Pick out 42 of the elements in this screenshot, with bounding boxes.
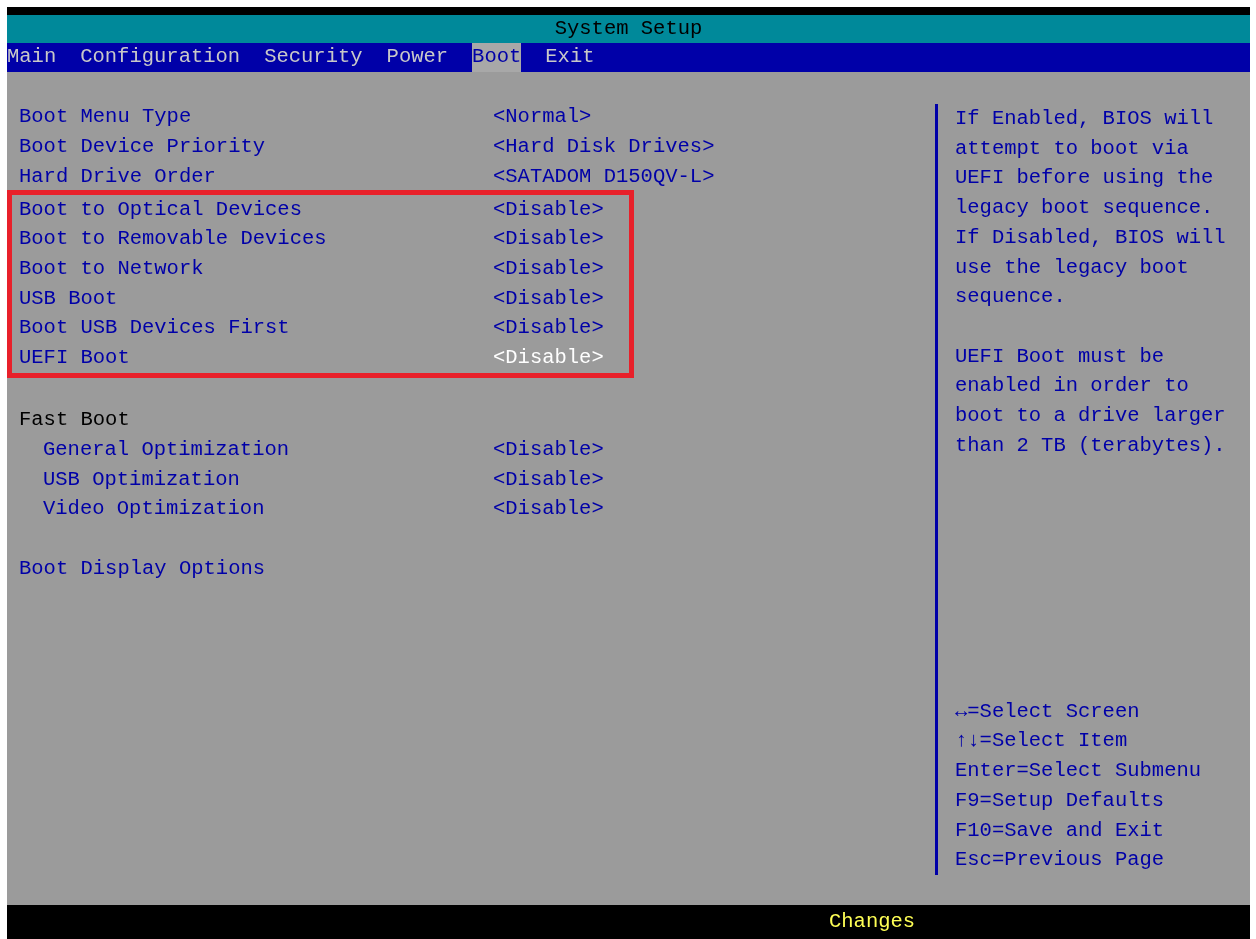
- setting-label: USB Boot: [19, 285, 119, 312]
- setting-label: UEFI Boot: [19, 344, 131, 371]
- menu-tab[interactable]: Main: [7, 43, 57, 72]
- key-hint: ↑↓=Select Item: [955, 728, 1129, 755]
- menu-tab[interactable]: Exit: [545, 43, 595, 72]
- setting-label: Video Optimization: [43, 496, 266, 523]
- setting-value[interactable]: <Disable>: [493, 253, 604, 285]
- setting-label: Boot to Network: [19, 255, 205, 282]
- setting-label: General Optimization: [43, 437, 291, 464]
- status-text: Changes: [829, 908, 916, 935]
- section-heading: Fast Boot: [19, 407, 130, 434]
- setting-value[interactable]: <Disable>: [493, 313, 604, 345]
- setting-value[interactable]: <Disable>: [493, 283, 604, 315]
- help-text: UEFI Boot must be enabled in order to boot to a drive larger than 2 TB (terabytes).: [955, 343, 1227, 459]
- key-hint: F10=Save and Exit: [955, 817, 1166, 844]
- key-hint: F9=Setup Defaults: [955, 787, 1166, 814]
- setting-label: Hard Drive Order: [19, 163, 217, 190]
- window-title: System Setup: [554, 15, 703, 42]
- setting-value[interactable]: <Hard Disk Drives>: [493, 132, 715, 163]
- setting-label: Boot to Optical Devices: [19, 196, 303, 223]
- key-hint: ↔=Select Screen: [955, 698, 1141, 725]
- menu-tab[interactable]: Configuration: [80, 43, 241, 72]
- setting-label: Boot USB Devices First: [19, 315, 291, 342]
- setting-value[interactable]: <Disable>: [493, 194, 604, 226]
- setting-value[interactable]: <Disable>: [493, 435, 604, 466]
- submenu-item[interactable]: Boot Display Options: [19, 553, 266, 585]
- setting-value[interactable]: <Normal>: [493, 102, 592, 134]
- setting-label: Boot Menu Type: [19, 104, 193, 131]
- setting-value[interactable]: <Disable>: [493, 494, 604, 526]
- setting-value[interactable]: <Disable>: [493, 464, 604, 496]
- setting-value[interactable]: <Disable>: [493, 342, 604, 374]
- menu-tab[interactable]: Power: [386, 43, 449, 72]
- setting-label: Boot Device Priority: [19, 134, 267, 161]
- menu-tab[interactable]: Security: [264, 43, 363, 72]
- setting-label: Boot to Removable Devices: [19, 226, 328, 253]
- menu-tab[interactable]: Boot: [472, 43, 522, 72]
- key-hint: Esc=Previous Page: [955, 847, 1166, 874]
- setting-value[interactable]: <SATADOM D150QV-L>: [493, 161, 715, 193]
- key-hint: Enter=Select Submenu: [955, 758, 1203, 785]
- setting-value[interactable]: <Disable>: [493, 224, 604, 255]
- help-text: If Enabled, BIOS will attempt to boot via UEFI before using the legacy boot sequence. If Disabled, BIOS will use the legacy boot sequence.: [955, 106, 1227, 311]
- setting-label: USB Optimization: [43, 466, 241, 493]
